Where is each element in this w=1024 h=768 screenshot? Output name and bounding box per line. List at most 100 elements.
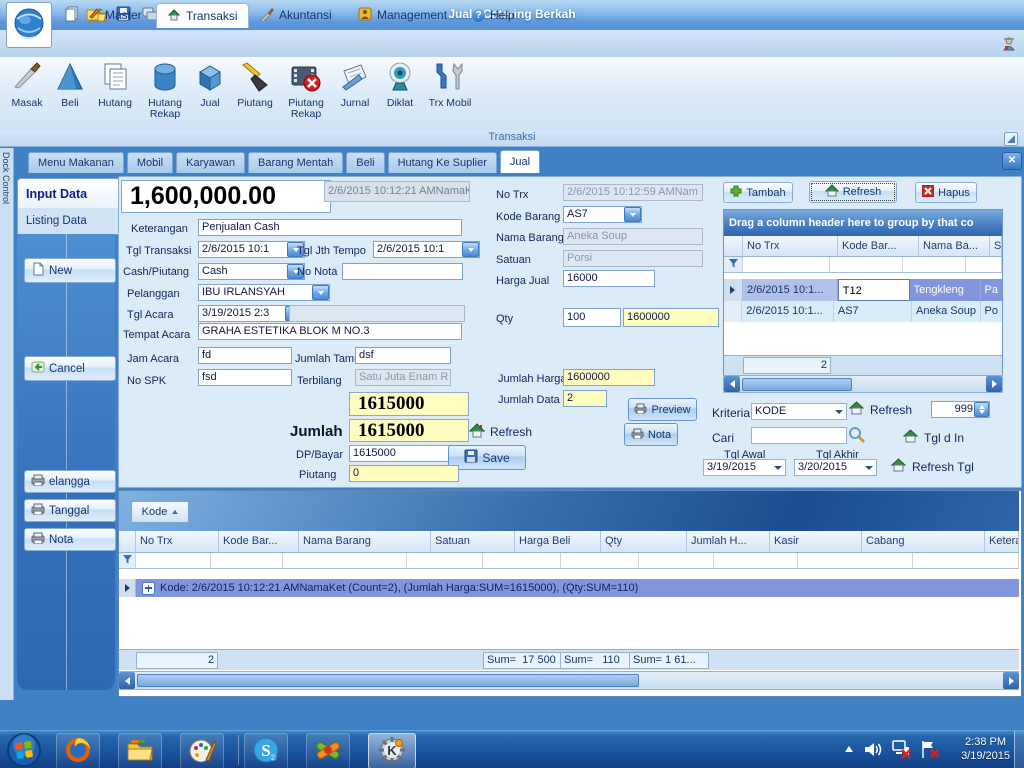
detail-grid-hscrollbar[interactable] xyxy=(723,375,1003,393)
taskbar-firefox[interactable] xyxy=(56,733,100,768)
group-dialog-launcher-icon[interactable] xyxy=(1004,132,1018,146)
column-header[interactable]: Nama Ba... xyxy=(919,236,990,257)
column-header[interactable]: No Trx xyxy=(743,236,838,257)
network-error-icon[interactable] xyxy=(892,740,912,762)
ribbon-button-trx-mobil[interactable]: Trx Mobil xyxy=(422,59,478,122)
show-desktop-button[interactable] xyxy=(1014,731,1024,768)
column-header[interactable]: Cabang xyxy=(862,531,985,553)
tgl-jth-tempo-combo[interactable]: 2/6/2015 10:1 xyxy=(373,241,480,258)
kriteria-combo[interactable]: KODE xyxy=(751,403,847,420)
tgl-awal-combo[interactable]: 3/19/2015 xyxy=(703,459,786,476)
ribbon-button-hutang-rekap[interactable]: Hutang Rekap xyxy=(140,59,190,122)
refresh-tgl-button[interactable]: Refresh Tgl xyxy=(891,458,974,475)
cash-piutang-combo[interactable]: Cash xyxy=(198,263,305,280)
scroll-left-icon[interactable] xyxy=(119,672,135,689)
sidebar-tab-listing-data[interactable]: Listing Data xyxy=(17,208,123,235)
scroll-right-icon[interactable] xyxy=(986,376,1002,392)
kode-barang-combo[interactable]: AS7 xyxy=(563,206,642,223)
skin-person-icon[interactable] xyxy=(1001,36,1017,55)
scroll-left-icon[interactable] xyxy=(724,376,740,392)
save-button[interactable]: Save xyxy=(448,445,526,470)
group-by-hint[interactable]: Drag a column header here to group by th… xyxy=(724,210,1002,236)
tgl-akhir-combo[interactable]: 3/20/2015 xyxy=(794,459,877,476)
chevron-down-icon[interactable] xyxy=(624,207,641,222)
ribbon-button-piutang[interactable]: Piutang xyxy=(230,59,280,122)
column-header[interactable]: Kode Bar... xyxy=(838,236,919,257)
column-header[interactable]: Sa xyxy=(990,236,1002,257)
cancel-button[interactable]: Cancel xyxy=(24,356,116,381)
refresh-totals-button[interactable]: Refresh xyxy=(469,423,532,441)
doc-tab-hutang-ke-suplier[interactable]: Hutang Ke Suplier xyxy=(388,152,497,173)
piutang-field[interactable]: 0 xyxy=(349,465,459,482)
ribbon-button-diklat[interactable]: Diklat xyxy=(378,59,422,122)
start-button[interactable] xyxy=(6,732,42,768)
doc-tab-jual[interactable]: Jual xyxy=(500,150,540,173)
column-header[interactable]: Keterangan xyxy=(985,531,1019,553)
taskbar-paint[interactable] xyxy=(180,733,224,768)
taskbar-mix-app[interactable] xyxy=(306,733,350,768)
ribbon-button-jurnal[interactable]: Jurnal xyxy=(332,59,378,122)
filter-row[interactable] xyxy=(119,553,1019,569)
column-header[interactable]: No Trx xyxy=(136,531,219,553)
hapus-button[interactable]: Hapus xyxy=(915,182,977,203)
chevron-down-icon[interactable] xyxy=(312,285,329,300)
group-by-bar[interactable]: Kode xyxy=(119,491,1019,531)
no-nota-field[interactable] xyxy=(342,263,463,280)
table-row[interactable]: 2/6/2015 10:1... AS7 Aneka Soup Po xyxy=(724,301,1002,322)
column-header[interactable]: Kasir xyxy=(770,531,862,553)
jumlah-tamu-field[interactable]: dsf xyxy=(355,347,451,364)
doc-tab-karyawan[interactable]: Karyawan xyxy=(176,152,245,173)
filter-row[interactable] xyxy=(724,257,1002,273)
column-header[interactable]: Harga Beli xyxy=(515,531,601,553)
doc-tab-beli[interactable]: Beli xyxy=(346,152,384,173)
tambah-button[interactable]: Tambah xyxy=(723,182,793,203)
print-nota-button[interactable]: Nota xyxy=(24,528,116,551)
no-spk-field[interactable]: fsd xyxy=(198,369,292,386)
tgl-d-in-button[interactable]: Tgl d In xyxy=(903,429,964,446)
nota-button[interactable]: Nota xyxy=(624,423,678,446)
tempat-acara-field[interactable]: GRAHA ESTETIKA BLOK M NO.3 xyxy=(198,323,462,340)
new-button[interactable]: New xyxy=(24,258,116,283)
doc-tab-menu-makanan[interactable]: Menu Makanan xyxy=(28,152,124,173)
keterangan-field[interactable]: Penjualan Cash xyxy=(198,219,462,236)
qty-field[interactable]: 100 xyxy=(563,308,621,327)
ribbon-button-hutang[interactable]: Hutang xyxy=(90,59,140,122)
taskbar-catering-app[interactable]: K xyxy=(368,733,416,768)
volume-icon[interactable] xyxy=(864,741,882,761)
harga-jual-field[interactable]: 16000 xyxy=(563,270,655,287)
expand-plus-icon[interactable] xyxy=(142,582,155,595)
tab-help[interactable]: ? Help xyxy=(462,3,525,27)
refresh-grid-button[interactable]: Refresh xyxy=(809,181,897,203)
tab-transaksi[interactable]: Transaksi xyxy=(156,3,249,28)
action-center-flag-icon[interactable] xyxy=(920,740,940,762)
scroll-right-icon[interactable] xyxy=(1003,672,1019,689)
group-row[interactable]: Kode: 2/6/2015 10:12:21 AMNamaKet (Count… xyxy=(119,579,1019,597)
tab-master[interactable]: Master xyxy=(76,3,152,27)
taskbar-clock[interactable]: 2:38 PM 3/19/2015 xyxy=(961,735,1010,763)
app-logo[interactable] xyxy=(6,2,52,48)
tray-expand-icon[interactable] xyxy=(845,746,853,752)
cell-editor[interactable]: T12 xyxy=(838,279,910,301)
column-header[interactable]: Nama Barang xyxy=(299,531,431,553)
close-document-button[interactable]: ✕ xyxy=(1002,152,1022,170)
column-header[interactable]: Kode Bar... xyxy=(219,531,299,553)
taskbar-explorer[interactable] xyxy=(118,733,162,768)
search-icon[interactable] xyxy=(848,426,866,447)
spinner-arrows-icon[interactable] xyxy=(974,402,989,417)
doc-tab-barang-mentah[interactable]: Barang Mentah xyxy=(248,152,343,173)
dock-control-strip[interactable]: Dock Control xyxy=(0,148,14,700)
column-header[interactable]: Satuan xyxy=(431,531,515,553)
listing-grid-hscrollbar[interactable] xyxy=(119,671,1019,690)
taskbar-skype[interactable]: S2 xyxy=(244,733,288,768)
pelanggan-combo[interactable]: IBU IRLANSYAH xyxy=(198,284,330,301)
cari-input[interactable] xyxy=(751,427,847,444)
tab-akuntansi[interactable]: Akuntansi xyxy=(250,3,342,27)
print-elangga-button[interactable]: elangga xyxy=(24,470,116,493)
print-tanggal-button[interactable]: Tanggal xyxy=(24,499,116,522)
table-row-selected[interactable]: 2/6/2015 10:1... T12 Tengkleng Pa xyxy=(724,279,1002,301)
ribbon-button-beli[interactable]: Beli xyxy=(50,59,90,122)
preview-button[interactable]: Preview xyxy=(628,398,697,421)
sidebar-tab-input-data[interactable]: Input Data xyxy=(17,178,123,210)
tab-management[interactable]: Management xyxy=(348,3,457,27)
limit-spinner[interactable]: 999 xyxy=(931,401,990,418)
